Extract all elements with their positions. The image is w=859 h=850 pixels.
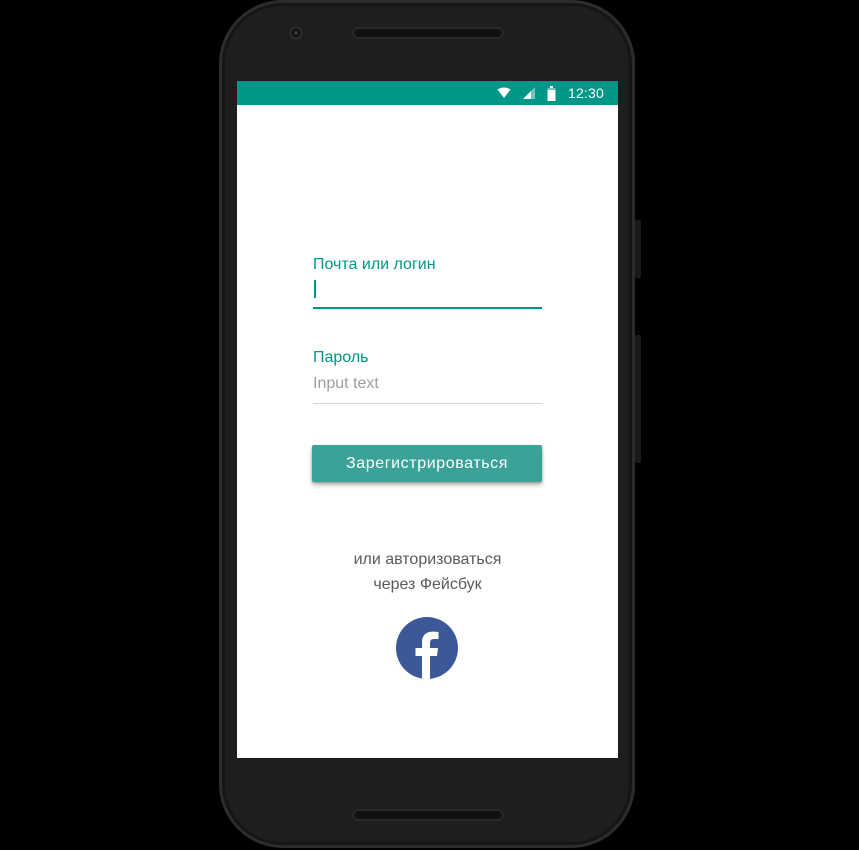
password-label: Пароль [313,349,369,366]
facebook-icon [415,631,439,679]
status-icons: 12:30 [497,84,604,102]
app-screen: 12:30 Почта или логин Пароль Input text … [237,81,618,758]
register-button[interactable]: Зарегистрироваться [312,445,542,482]
alt-login-text-line2: через Фейсбук [373,576,482,593]
password-input[interactable]: Input text [313,373,542,404]
battery-icon [547,85,556,101]
earpiece-speaker [352,27,504,39]
text-cursor [314,280,316,298]
volume-button [635,220,641,278]
facebook-login-button[interactable] [396,617,458,679]
power-button [635,335,641,463]
status-bar: 12:30 [237,81,618,105]
alt-login-text-line1: или авторизоваться [353,551,502,568]
login-label: Почта или логин [313,256,436,273]
front-camera [289,26,303,40]
login-input[interactable] [313,277,542,309]
signal-icon [522,87,535,99]
status-time: 12:30 [567,85,604,101]
bottom-speaker [352,809,504,821]
wifi-icon [497,87,511,98]
